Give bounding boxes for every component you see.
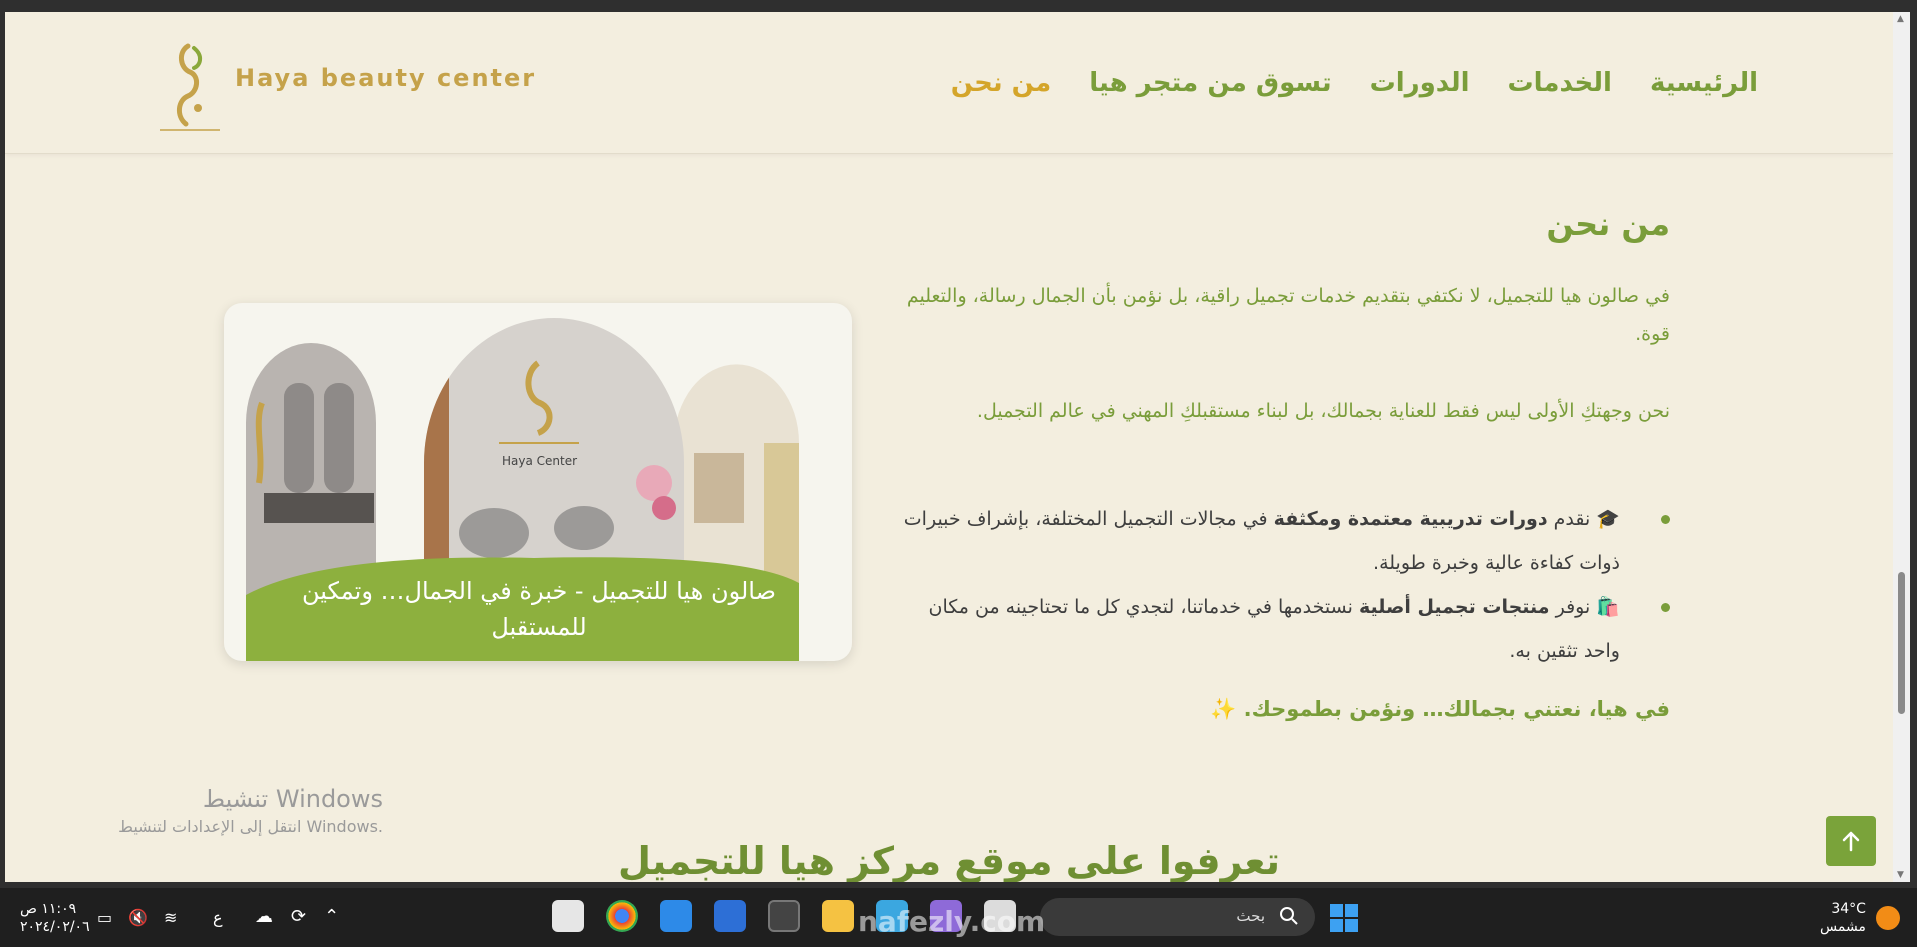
about-paragraph-2: نحن وجهتكِ الأولى ليس فقط للعناية بجمالك… (976, 400, 1670, 422)
sun-icon (1876, 906, 1900, 930)
scroll-down-arrow-icon[interactable]: ▼ (1897, 870, 1904, 880)
list-item: 🛍️ نوفر منتجات تجميل أصلية نستخدمها في خ… (890, 585, 1670, 673)
image-caption: صالون هيا للتجميل - خبرة في الجمال… وتمك… (302, 577, 776, 641)
vertical-scrollbar[interactable]: ▲ ▼ (1893, 12, 1910, 882)
language-indicator[interactable]: ع (213, 908, 223, 927)
weather-widget[interactable]: 34°C مشمس (1820, 900, 1866, 936)
shopping-bag-icon: 🛍️ (1596, 596, 1620, 618)
windows-start-icon[interactable] (1330, 904, 1358, 932)
about-features-list: 🎓 نقدم دورات تدريبية معتمدة ومكثفة في مج… (890, 497, 1670, 673)
nav-services[interactable]: الخدمات (1508, 68, 1612, 98)
chevron-up-icon[interactable]: ⌃ (324, 906, 339, 927)
battery-icon[interactable]: ▭ (97, 908, 112, 927)
system-tray: ▭ 🔇 ≋ (97, 908, 177, 927)
salon-image-card: Haya Center صالون هيا للتجميل - خبرة في … (224, 303, 852, 661)
scrollbar-thumb[interactable] (1898, 572, 1905, 714)
site-header: Haya beauty center الرئيسية الخدمات الدو… (5, 12, 1893, 154)
graduation-cap-icon: 🎓 (1596, 508, 1620, 530)
nav-shop[interactable]: تسوق من متجر هيا (1089, 68, 1331, 98)
snipping-tool-icon[interactable] (552, 900, 584, 932)
about-paragraph-1: في صالون هيا للتجميل، لا نكتفي بتقديم خد… (906, 285, 1670, 345)
nafezly-watermark: nafezly.com (858, 905, 1046, 938)
search-icon (1280, 907, 1298, 925)
sync-icon[interactable]: ⟳ (291, 906, 306, 927)
main-nav: الرئيسية الخدمات الدورات تسوق من متجر هي… (951, 68, 1758, 98)
nav-home[interactable]: الرئيسية (1650, 68, 1758, 98)
about-title: من نحن (1546, 205, 1670, 243)
volume-muted-icon[interactable]: 🔇 (128, 908, 148, 927)
nav-courses[interactable]: الدورات (1370, 68, 1470, 98)
chrome-icon[interactable] (606, 900, 638, 932)
sparkles-icon: ✨ (1210, 697, 1237, 721)
brand-name[interactable]: Haya beauty center (235, 64, 536, 92)
onedrive-icon[interactable]: ☁ (255, 906, 273, 927)
svg-text:Haya Center: Haya Center (502, 454, 577, 468)
notepad-icon[interactable] (714, 900, 746, 932)
scroll-up-arrow-icon[interactable]: ▲ (1897, 14, 1904, 24)
taskbar-search[interactable]: بحث (1040, 898, 1315, 936)
wifi-icon[interactable]: ≋ (164, 908, 177, 927)
nav-about[interactable]: من نحن (951, 68, 1051, 98)
page-viewport: Haya beauty center الرئيسية الخدمات الدو… (5, 12, 1893, 882)
about-closing-line: في هيا، نعتني بجمالك… ونؤمن بطموحك. ✨ (1210, 697, 1670, 721)
store-icon[interactable] (768, 900, 800, 932)
taskbar-clock[interactable]: ١١:٠٩ ص ٢٠٢٤/٠٢/٠٦ (20, 900, 90, 936)
back-to-top-button[interactable] (1826, 816, 1876, 866)
location-section-heading: تعرفوا على موقع مركز هيا للتجميل (618, 839, 1280, 882)
list-item: 🎓 نقدم دورات تدريبية معتمدة ومكثفة في مج… (890, 497, 1670, 585)
photos-icon[interactable] (660, 900, 692, 932)
file-explorer-icon[interactable] (822, 900, 854, 932)
haya-logo[interactable] (150, 38, 230, 138)
arrow-up-icon (1842, 831, 1860, 852)
windows-activation-watermark: تنشيط Windows انتقل إلى الإعدادات لتنشيط… (118, 785, 383, 836)
tray-icons: ☁ ⟳ ⌃ (255, 906, 339, 927)
